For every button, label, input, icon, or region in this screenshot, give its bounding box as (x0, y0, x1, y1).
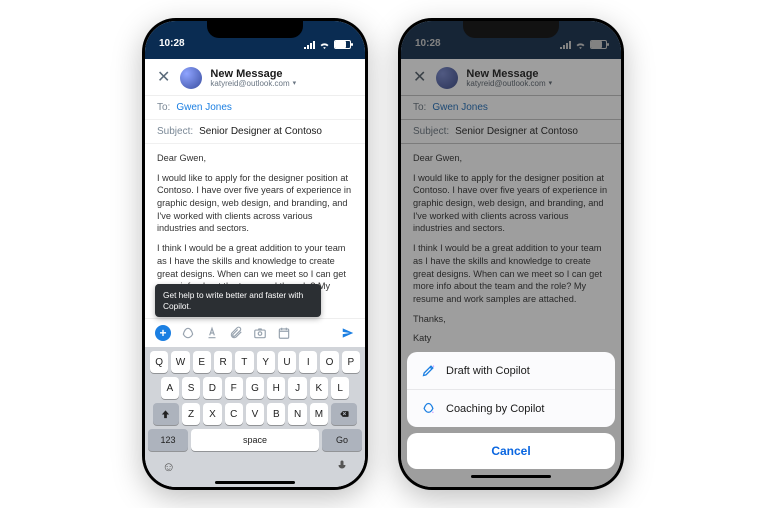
shift-key[interactable] (153, 403, 179, 425)
signal-icon (304, 41, 315, 49)
mic-key[interactable] (336, 458, 348, 475)
home-indicator[interactable] (215, 481, 295, 484)
notch (207, 18, 303, 38)
to-label: To: (157, 102, 170, 113)
key-n[interactable]: N (288, 403, 306, 425)
key-b[interactable]: B (267, 403, 285, 425)
keyboard[interactable]: QWERTYUIOP ASDFGHJKL ZXCVBNM 123 space G… (145, 347, 365, 487)
draft-with-copilot-option[interactable]: Draft with Copilot (407, 352, 615, 390)
body-para-2: I would like to apply for the designer p… (157, 172, 353, 235)
key-v[interactable]: V (246, 403, 264, 425)
key-s[interactable]: S (182, 377, 200, 399)
home-indicator[interactable] (471, 475, 551, 478)
sender-email-text: katyreid@outlook.com (210, 80, 289, 89)
camera-icon[interactable] (253, 326, 267, 340)
numbers-key[interactable]: 123 (148, 429, 188, 451)
key-q[interactable]: Q (150, 351, 168, 373)
close-icon[interactable]: ✕ (155, 70, 172, 86)
action-sheet: Draft with Copilot Coaching by Copilot (407, 352, 615, 427)
key-i[interactable]: I (299, 351, 317, 373)
compose-toolbar: Get help to write better and faster with… (145, 318, 365, 347)
page-title: New Message (210, 68, 296, 80)
key-h[interactable]: H (267, 377, 285, 399)
screen-right: 10:28 ✕ New Message katyreid@outlook.com (401, 21, 621, 487)
copilot-tooltip: Get help to write better and faster with… (155, 284, 321, 317)
phone-left: 10:28 ✕ New Message katyreid@outlook.com… (142, 18, 368, 490)
action-sheet-overlay[interactable]: Draft with Copilot Coaching by Copilot C… (401, 21, 621, 487)
cancel-button[interactable]: Cancel (407, 433, 615, 469)
key-g[interactable]: G (246, 377, 264, 399)
sender-email[interactable]: katyreid@outlook.com ▾ (210, 80, 296, 89)
status-time: 10:28 (159, 38, 185, 49)
key-c[interactable]: C (225, 403, 243, 425)
key-m[interactable]: M (310, 403, 328, 425)
to-field[interactable]: To: Gwen Jones (145, 96, 365, 120)
key-x[interactable]: X (203, 403, 221, 425)
phone-right: 10:28 ✕ New Message katyreid@outlook.com (398, 18, 624, 490)
subject-field[interactable]: Subject: Senior Designer at Contoso (145, 120, 365, 144)
avatar (180, 67, 202, 89)
space-key[interactable]: space (191, 429, 319, 451)
coaching-by-copilot-option[interactable]: Coaching by Copilot (407, 390, 615, 427)
backspace-key[interactable] (331, 403, 357, 425)
text-format-icon[interactable] (205, 326, 219, 340)
key-w[interactable]: W (171, 351, 189, 373)
key-d[interactable]: D (203, 377, 221, 399)
key-y[interactable]: Y (257, 351, 275, 373)
subject-value: Senior Designer at Contoso (199, 126, 322, 137)
key-f[interactable]: F (225, 377, 243, 399)
key-z[interactable]: Z (182, 403, 200, 425)
subject-label: Subject: (157, 126, 193, 137)
key-u[interactable]: U (278, 351, 296, 373)
key-r[interactable]: R (214, 351, 232, 373)
key-t[interactable]: T (235, 351, 253, 373)
top-band (145, 51, 365, 59)
add-button[interactable]: + (155, 325, 171, 341)
pencil-icon (421, 363, 436, 378)
chevron-down-icon: ▾ (293, 80, 297, 88)
key-j[interactable]: J (288, 377, 306, 399)
key-o[interactable]: O (320, 351, 338, 373)
key-a[interactable]: A (161, 377, 179, 399)
key-k[interactable]: K (310, 377, 328, 399)
copilot-icon[interactable] (181, 326, 195, 340)
calendar-icon[interactable] (277, 326, 291, 340)
draft-option-label: Draft with Copilot (446, 365, 530, 377)
compose-header: ✕ New Message katyreid@outlook.com ▾ (145, 59, 365, 96)
key-p[interactable]: P (342, 351, 360, 373)
coaching-option-label: Coaching by Copilot (446, 403, 544, 415)
wifi-icon (319, 41, 330, 49)
to-value: Gwen Jones (176, 102, 232, 113)
battery-icon (334, 40, 351, 49)
status-icons (304, 40, 351, 49)
attachment-icon[interactable] (229, 326, 243, 340)
copilot-sparkle-icon (421, 401, 436, 416)
send-button[interactable] (341, 326, 355, 340)
key-e[interactable]: E (193, 351, 211, 373)
emoji-key[interactable]: ☺ (162, 459, 175, 474)
key-l[interactable]: L (331, 377, 349, 399)
screen-left: 10:28 ✕ New Message katyreid@outlook.com… (145, 21, 365, 487)
body-para-1: Dear Gwen, (157, 152, 353, 165)
go-key[interactable]: Go (322, 429, 362, 451)
